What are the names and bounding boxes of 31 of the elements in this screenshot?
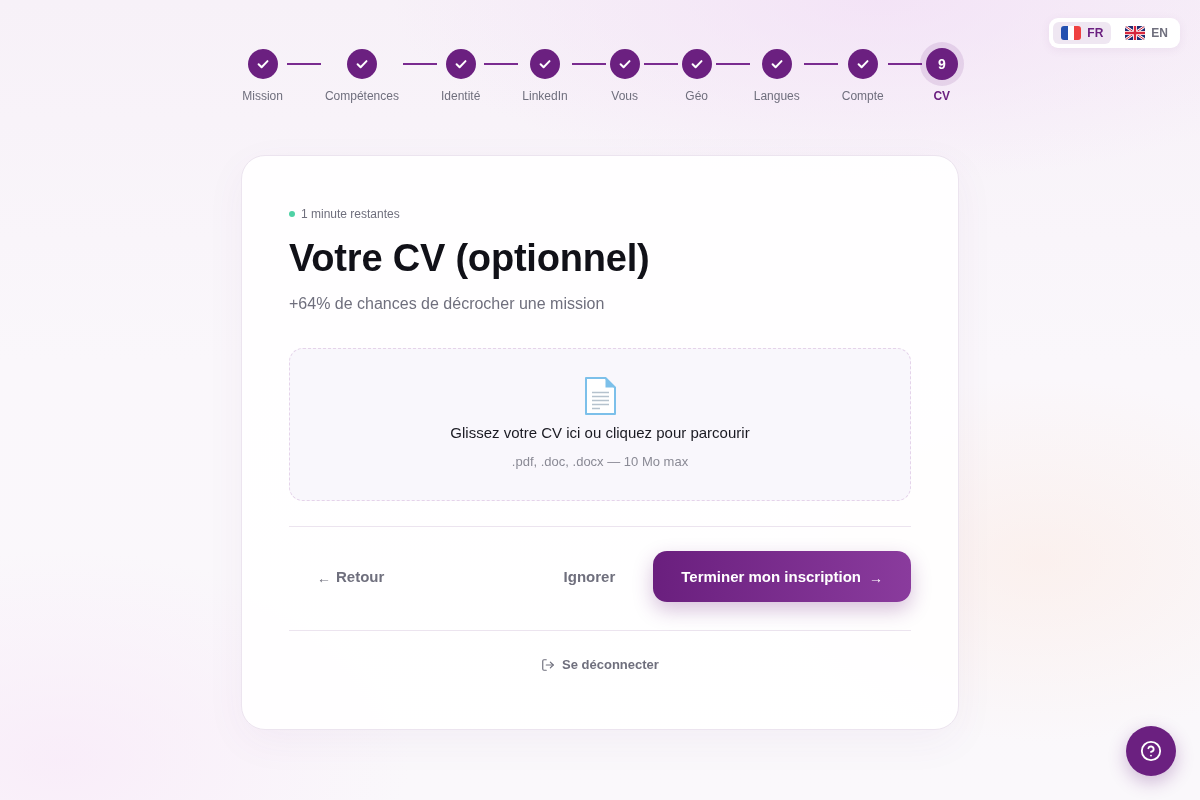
language-button[interactable]: FR <box>1053 22 1112 44</box>
back-button[interactable]: ← Retour <box>289 551 413 602</box>
step-label: Vous <box>611 89 639 104</box>
right-arrow-icon: → <box>869 570 883 586</box>
step-label: CV <box>933 89 951 104</box>
page-subtitle: +64% de chances de décrocher une mission <box>289 294 606 314</box>
step-label: Compétences <box>324 89 399 104</box>
left-arrow-icon: ← <box>317 570 331 586</box>
french-flag-icon <box>1061 26 1082 40</box>
help-icon <box>1140 740 1162 762</box>
time-remaining-text: 1 minute restantes <box>301 206 400 222</box>
finish-registration-button[interactable]: Terminer mon inscription → <box>653 551 911 602</box>
step-label: Compte <box>841 89 884 104</box>
logout-link[interactable]: Se déconnecter <box>541 657 659 673</box>
help-button[interactable] <box>1126 726 1176 776</box>
step-label: LinkedIn <box>522 89 568 104</box>
step-label: Géo <box>685 89 709 104</box>
step-label: Langues <box>753 89 800 104</box>
skip-button[interactable]: Ignorer <box>539 551 640 602</box>
file-drop-zone[interactable]: Glissez votre CV ici ou cliquez pour parcourir .pdf, .doc, .docx — 10 Mo max <box>289 348 911 501</box>
step-number: 9 <box>925 48 958 80</box>
drop-zone-instruction: Glissez votre CV ici ou cliquez pour parcourir <box>450 424 750 442</box>
status-dot-icon <box>289 211 295 217</box>
logout-icon <box>541 658 556 672</box>
step-label: Mission <box>242 89 283 104</box>
british-flag-icon <box>1125 26 1146 40</box>
page-title: Votre CV (optionnel) <box>289 236 651 281</box>
language-button[interactable]: EN <box>1117 22 1176 44</box>
step-label: Identité <box>440 89 481 104</box>
file-format-hint: .pdf, .doc, .docx — 10 Mo max <box>511 454 689 470</box>
document-icon <box>584 377 616 415</box>
